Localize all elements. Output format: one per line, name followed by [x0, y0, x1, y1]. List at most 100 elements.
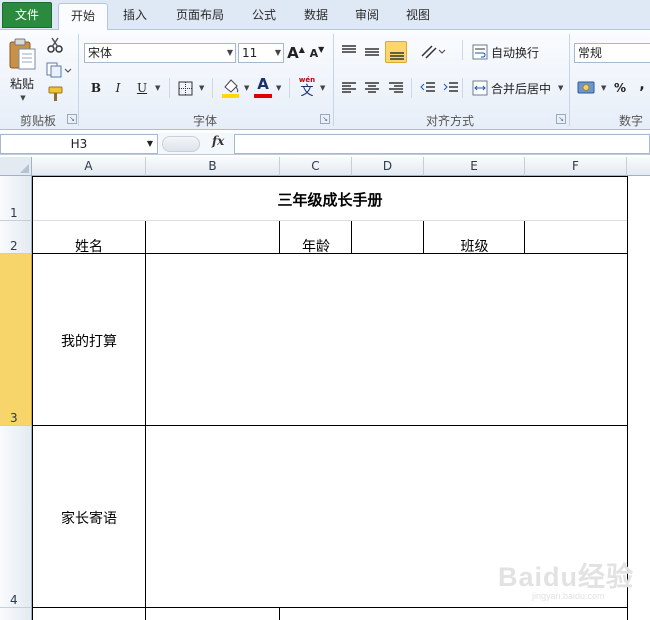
- formula-input[interactable]: [234, 134, 650, 154]
- phonetic-bottom-text: 文: [300, 84, 314, 99]
- orientation-icon[interactable]: [420, 44, 446, 60]
- grow-font-button[interactable]: A ▲: [287, 43, 305, 63]
- chevron-down-icon[interactable]: ▼: [199, 84, 204, 92]
- format-painter-icon[interactable]: [47, 86, 65, 102]
- font-size-select[interactable]: 11 ▼: [238, 43, 284, 63]
- watermark-sub: jingyan.baidu.com: [532, 591, 605, 601]
- cell-class-label[interactable]: 班级: [424, 236, 525, 256]
- formula-bar-resize-handle[interactable]: [162, 136, 200, 152]
- italic-button[interactable]: I: [110, 78, 126, 98]
- align-bottom-button[interactable]: [385, 41, 407, 63]
- cell-parent-label[interactable]: 家长寄语: [32, 508, 146, 528]
- column-header-c[interactable]: C: [280, 157, 352, 176]
- wrap-text-icon[interactable]: [472, 44, 488, 60]
- table-border: [32, 176, 628, 177]
- phonetic-guide-button[interactable]: wén 文: [296, 76, 318, 100]
- tab-review[interactable]: 审阅: [347, 3, 387, 30]
- font-name-select[interactable]: 宋体 ▼: [84, 43, 236, 63]
- clipboard-launcher-icon[interactable]: ↘: [67, 114, 77, 124]
- decrease-indent-icon[interactable]: [420, 80, 436, 96]
- chevron-down-icon: ▼: [20, 93, 26, 102]
- paste-button[interactable]: 粘贴 ▼: [4, 32, 40, 106]
- increase-indent-icon[interactable]: [443, 80, 459, 96]
- tab-home[interactable]: 开始: [58, 3, 108, 31]
- alignment-launcher-icon[interactable]: ↘: [556, 114, 566, 124]
- chevron-down-icon[interactable]: ▼: [244, 84, 249, 92]
- align-middle-icon[interactable]: [364, 44, 380, 60]
- chevron-down-icon[interactable]: ▼: [320, 84, 325, 92]
- ribbon-separator: [289, 78, 290, 98]
- align-bottom-icon: [390, 52, 404, 60]
- ribbon-separator: [212, 78, 213, 98]
- column-header-g[interactable]: [627, 157, 650, 176]
- copy-icon[interactable]: [46, 62, 72, 78]
- font-launcher-icon[interactable]: ↘: [320, 114, 330, 124]
- align-center-icon[interactable]: [364, 80, 380, 96]
- row-header-3[interactable]: 3: [0, 254, 32, 426]
- align-left-icon[interactable]: [341, 80, 357, 96]
- ribbon-separator: [411, 78, 412, 98]
- merge-center-label[interactable]: 合并后居中: [491, 80, 551, 97]
- cell-plan-content[interactable]: [146, 254, 627, 425]
- cell-class-value[interactable]: [525, 221, 627, 253]
- chevron-down-icon[interactable]: ▼: [155, 84, 160, 92]
- font-group-label: 字体: [192, 114, 217, 128]
- cell-age-value[interactable]: [352, 221, 424, 253]
- column-header-e[interactable]: E: [424, 157, 525, 176]
- ribbon-home: 粘贴 ▼ 剪贴板 ↘ 宋体 ▼ 11 ▼ A ▲ A ▼ B I U ▼ ▼ ▼…: [0, 30, 650, 130]
- fill-color-icon[interactable]: [221, 77, 241, 99]
- grow-font-glyph: A: [287, 44, 299, 62]
- chevron-down-icon[interactable]: ▼: [276, 84, 281, 92]
- cell-age-label[interactable]: 年龄: [280, 236, 352, 256]
- column-header-b[interactable]: B: [146, 157, 280, 176]
- row-header-4[interactable]: 4: [0, 426, 32, 608]
- comma-style-button[interactable]: ,: [636, 75, 648, 95]
- cell-name-value[interactable]: [146, 221, 280, 253]
- number-format-select[interactable]: 常规: [574, 43, 650, 63]
- cell-title[interactable]: 三年级成长手册: [32, 189, 628, 210]
- tab-formulas[interactable]: 公式: [244, 3, 284, 30]
- wrap-text-label[interactable]: 自动换行: [491, 44, 539, 61]
- shrink-font-button[interactable]: A ▼: [309, 43, 325, 63]
- borders-icon[interactable]: [178, 81, 194, 97]
- currency-format-icon[interactable]: [577, 79, 597, 97]
- row-header-2[interactable]: 2: [0, 221, 32, 254]
- tab-data[interactable]: 数据: [296, 3, 336, 30]
- row-number: 1: [10, 206, 18, 220]
- tab-view[interactable]: 视图: [398, 3, 438, 30]
- column-header-d[interactable]: D: [352, 157, 424, 176]
- row-number: 3: [10, 411, 18, 425]
- underline-button[interactable]: U: [134, 78, 150, 98]
- name-box[interactable]: H3 ▼: [0, 134, 158, 154]
- ribbon-separator: [569, 34, 570, 126]
- tab-file[interactable]: 文件: [2, 2, 52, 28]
- font-color-button[interactable]: A: [254, 74, 272, 94]
- column-header-a[interactable]: A: [32, 157, 146, 176]
- align-top-icon[interactable]: [341, 44, 357, 60]
- bold-button[interactable]: B: [88, 78, 104, 98]
- font-name-value: 宋体: [88, 46, 113, 60]
- percent-button[interactable]: %: [612, 78, 628, 98]
- select-all-corner[interactable]: [0, 157, 32, 176]
- number-group-label: 数字: [618, 114, 643, 128]
- chevron-down-icon: ▼: [274, 48, 281, 57]
- cell-name-label[interactable]: 姓名: [32, 236, 146, 256]
- chevron-down-icon[interactable]: ▼: [601, 84, 606, 92]
- insert-function-icon[interactable]: fx: [212, 134, 224, 148]
- font-size-value: 11: [242, 46, 258, 60]
- paste-label: 粘贴: [9, 76, 34, 91]
- caret-down-icon: ▼: [318, 44, 325, 54]
- row-number: 4: [10, 593, 18, 607]
- cut-icon[interactable]: [47, 37, 63, 53]
- ribbon-separator: [462, 78, 463, 98]
- column-header-f[interactable]: F: [525, 157, 627, 176]
- tab-insert[interactable]: 插入: [115, 3, 155, 30]
- merge-center-icon[interactable]: [472, 80, 488, 96]
- row-header-1[interactable]: 1: [0, 176, 32, 221]
- chevron-down-icon[interactable]: ▼: [558, 84, 563, 92]
- chevron-down-icon: ▼: [146, 139, 153, 148]
- cell-plan-label[interactable]: 我的打算: [32, 331, 146, 351]
- tab-page-layout[interactable]: 页面布局: [170, 3, 230, 30]
- row-header-5[interactable]: [0, 608, 32, 620]
- align-right-icon[interactable]: [388, 80, 404, 96]
